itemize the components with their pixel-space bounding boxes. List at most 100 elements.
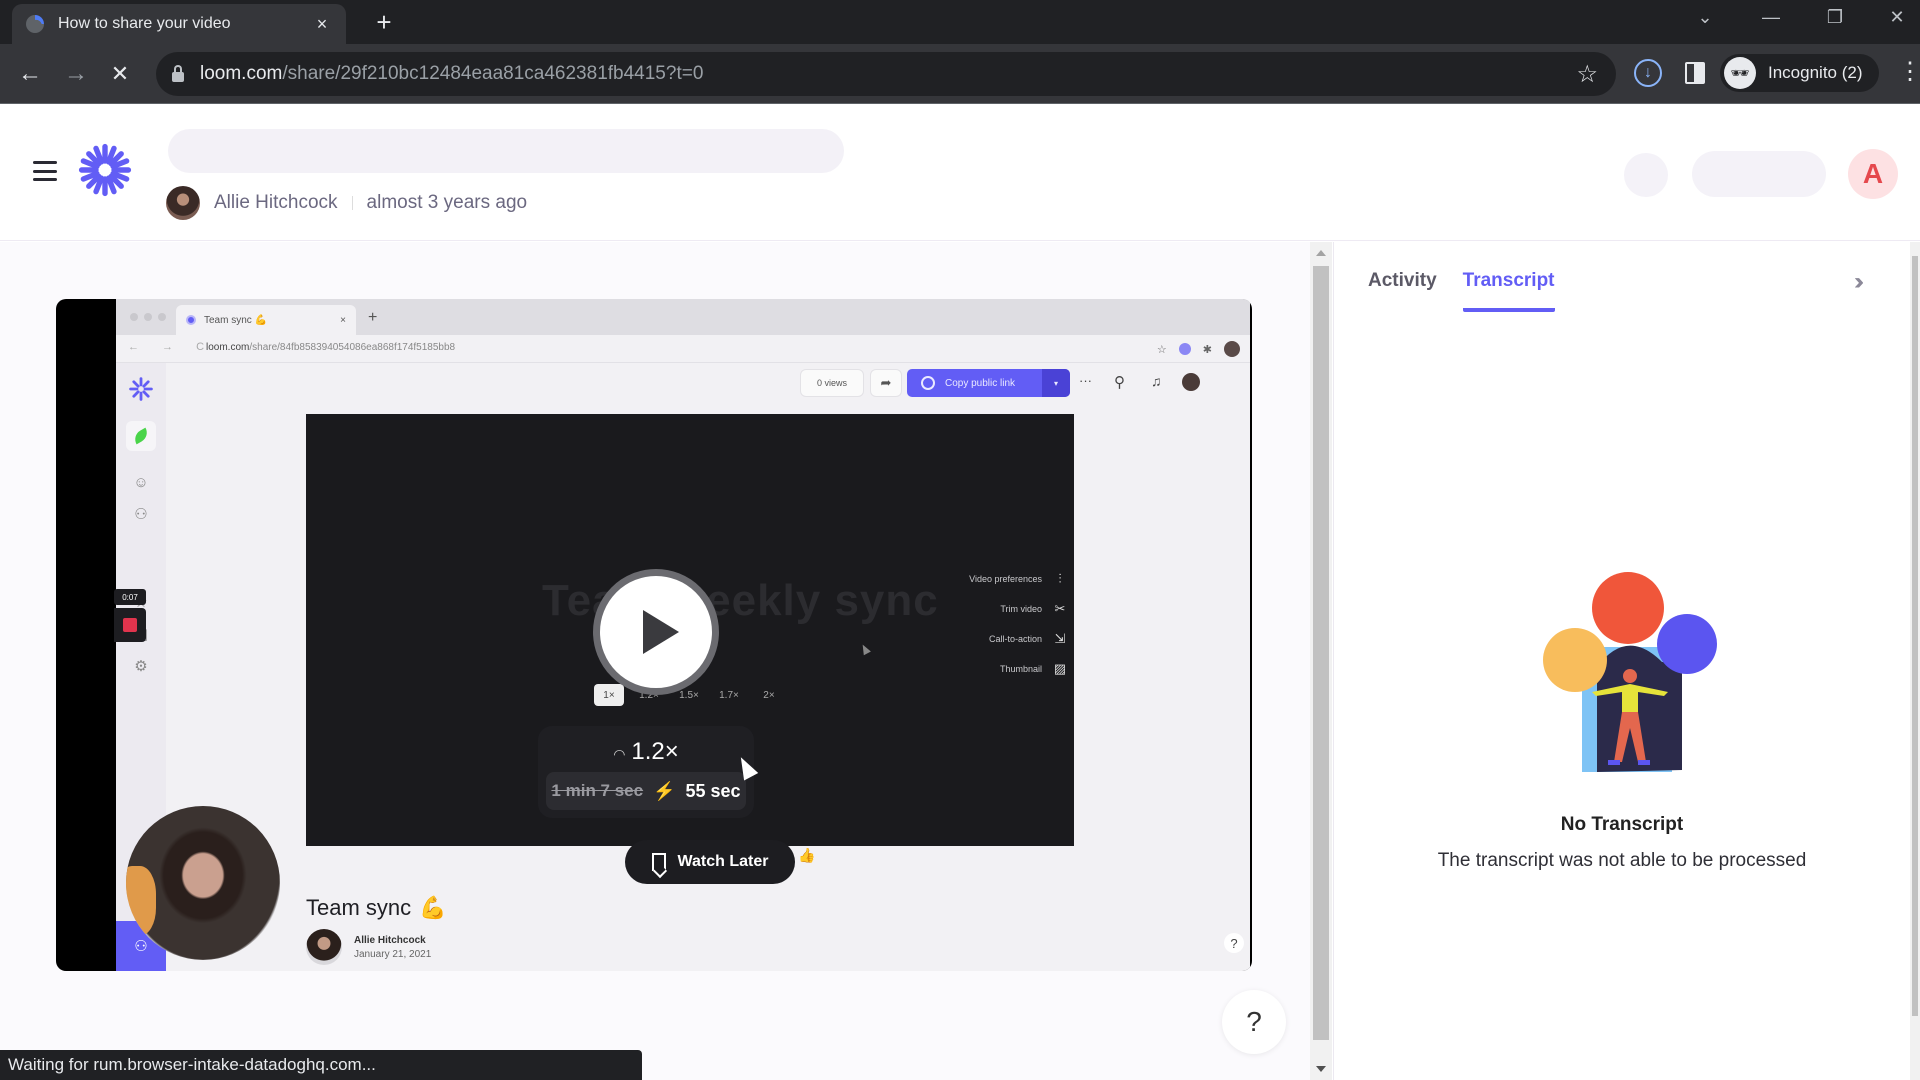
embedded-new-tab-icon: +	[368, 309, 378, 326]
back-icon[interactable]: ←	[14, 58, 46, 90]
address-bar[interactable]: loom.com/share/29f210bc12484eaa81ca46238…	[156, 52, 1616, 96]
help-button[interactable]: ?	[1222, 990, 1286, 1054]
hamburger-menu-icon[interactable]	[33, 161, 57, 181]
tab-search-icon[interactable]: ⌄	[1682, 0, 1728, 34]
header-button-skeleton	[1624, 153, 1668, 197]
author-name[interactable]: Allie Hitchcock	[214, 192, 338, 214]
forward-icon[interactable]: →	[60, 58, 92, 90]
video-player[interactable]: Team sync 💪 × + ← → C loom.com/share/84f…	[56, 299, 1252, 971]
window-close-icon[interactable]: ✕	[1874, 0, 1920, 34]
illus-bubble-purple	[1657, 614, 1717, 674]
embedded-author-avatar	[306, 929, 342, 965]
embedded-person-icon: ☺	[133, 474, 149, 491]
embedded-address-bar: ← → C loom.com/share/84fb858394054086ea8…	[116, 335, 1250, 363]
video-frame-content: Team sync 💪 × + ← → C loom.com/share/84f…	[114, 299, 1250, 971]
empty-state-subtitle: The transcript was not able to be proces…	[1437, 850, 1807, 871]
scrollbar-thumb[interactable]	[1313, 266, 1329, 1040]
minimize-icon[interactable]: —	[1748, 0, 1794, 34]
current-speed: ◠ 1.2×	[538, 738, 754, 766]
embedded-url-host: loom.com	[206, 342, 250, 353]
window-dots	[130, 313, 166, 321]
page-header: Allie Hitchcock almost 3 years ago A	[0, 105, 1920, 241]
cursor-click-icon: ⇲	[1054, 631, 1066, 646]
embedded-author-name: Allie Hitchcock	[354, 934, 426, 946]
embedded-loom-ext-icon	[1178, 343, 1191, 355]
embedded-tab-title: Team sync 💪	[204, 314, 268, 326]
embedded-more-icon: ···	[1079, 373, 1092, 388]
illus-person-head	[1623, 669, 1637, 683]
embedded-loom-logo-icon	[129, 377, 153, 401]
loading-favicon-icon	[26, 15, 44, 33]
tool-call-to-action: Call-to-action ⇲	[969, 624, 1068, 654]
browser-tab[interactable]: How to share your video ×	[12, 4, 346, 44]
scroll-down-arrow-icon[interactable]	[1316, 1066, 1326, 1072]
tab-transcript[interactable]: Transcript	[1462, 270, 1555, 312]
globe-icon	[921, 376, 935, 390]
play-icon	[643, 610, 679, 654]
embedded-leaf-icon	[126, 421, 156, 451]
video-tools-menu: Video preferences ⫶ Trim video ✂ Call-to-a…	[969, 564, 1068, 684]
play-button[interactable]	[593, 569, 719, 695]
recording-timer: 0:07	[114, 589, 146, 605]
panel-scrollbar-thumb[interactable]	[1912, 256, 1918, 1016]
speed-option[interactable]: 1.7×	[714, 684, 744, 706]
embedded-views-count: 0 views	[800, 369, 864, 397]
tab-close-icon[interactable]: ×	[312, 14, 332, 35]
duration-comparison: 1 min 7 sec ⚡ 55 sec	[546, 772, 746, 810]
profile-button[interactable]: 🕶 Incognito (2)	[1720, 54, 1879, 92]
restore-icon[interactable]: ❐	[1812, 0, 1858, 34]
empty-state-title: No Transcript	[1560, 814, 1684, 835]
user-avatar[interactable]: A	[1848, 149, 1898, 199]
embedded-copy-link-button: Copy public link ▾	[907, 369, 1070, 397]
panel-scrollbar[interactable]	[1910, 242, 1920, 1080]
tool-label: Thumbnail	[999, 664, 1042, 674]
bookmark-star-icon[interactable]: ☆	[1576, 60, 1598, 89]
illus-bubble-orange	[1592, 572, 1664, 644]
stop-loading-icon[interactable]: ✕	[104, 58, 136, 90]
embedded-bell-icon: ♫	[1151, 373, 1162, 389]
collapse-panel-icon[interactable]: ››	[1854, 268, 1864, 296]
speed-value: 1.2×	[631, 738, 679, 765]
copy-link-label: Copy public link	[945, 377, 1016, 389]
embedded-search-icon: ⚲	[1114, 374, 1125, 391]
main-content: Team sync 💪 × + ← → C loom.com/share/84f…	[0, 242, 1310, 1080]
side-panel-icon[interactable]	[1680, 58, 1710, 88]
embedded-settings-icon: ⚙	[134, 658, 148, 675]
speed-option[interactable]: 1×	[594, 684, 624, 706]
stop-recording-icon	[114, 608, 146, 642]
side-panel-glyph	[1685, 62, 1705, 84]
no-transcript-illustration	[1543, 572, 1717, 772]
posted-time: almost 3 years ago	[366, 192, 528, 213]
embedded-tab: Team sync 💪 ×	[176, 305, 356, 335]
browser-status-bar: Waiting for rum.browser-intake-datadoghq…	[0, 1050, 642, 1080]
thumbs-up-emoji-icon: 👍	[798, 847, 816, 863]
watch-later-button[interactable]: Watch Later	[625, 840, 795, 884]
speed-option[interactable]: 2×	[754, 684, 784, 706]
panel-tabs: Activity Transcript	[1368, 270, 1555, 312]
embedded-url: loom.com/share/84fb858394054086ea868f174…	[206, 342, 455, 353]
browser-menu-icon[interactable]: ⋮	[1898, 60, 1920, 84]
tab-title: How to share your video	[58, 15, 231, 32]
author-avatar[interactable]	[166, 186, 200, 220]
embedded-video-title: Team sync 💪	[306, 895, 447, 921]
scroll-up-arrow-icon[interactable]	[1316, 250, 1326, 256]
download-icon[interactable]: ↓	[1634, 59, 1662, 87]
recorded-cursor-icon	[859, 642, 871, 656]
embedded-title-text: Team sync	[306, 895, 412, 920]
embedded-extensions: ☆ ✱	[1157, 341, 1240, 357]
tab-activity[interactable]: Activity	[1368, 270, 1437, 312]
embedded-nav-icons: ← → C	[128, 341, 215, 353]
gauge-icon: ◠	[613, 746, 626, 762]
camera-bubble	[126, 806, 280, 960]
bookmark-icon	[651, 853, 666, 871]
main-scrollbar[interactable]	[1310, 242, 1332, 1080]
embedded-video-date: January 21, 2021	[354, 948, 432, 960]
embedded-user-avatar	[1182, 373, 1200, 391]
loom-logo-icon[interactable]	[78, 143, 132, 197]
lock-icon[interactable]	[172, 65, 184, 82]
tool-thumbnail: Thumbnail ▨	[969, 654, 1068, 684]
new-duration: 55 sec	[685, 780, 741, 801]
scissors-icon: ✂	[1054, 601, 1066, 616]
new-tab-button[interactable]: +	[370, 8, 398, 36]
browser-toolbar: ← → ✕ loom.com/share/29f210bc12484eaa81c…	[0, 44, 1920, 104]
